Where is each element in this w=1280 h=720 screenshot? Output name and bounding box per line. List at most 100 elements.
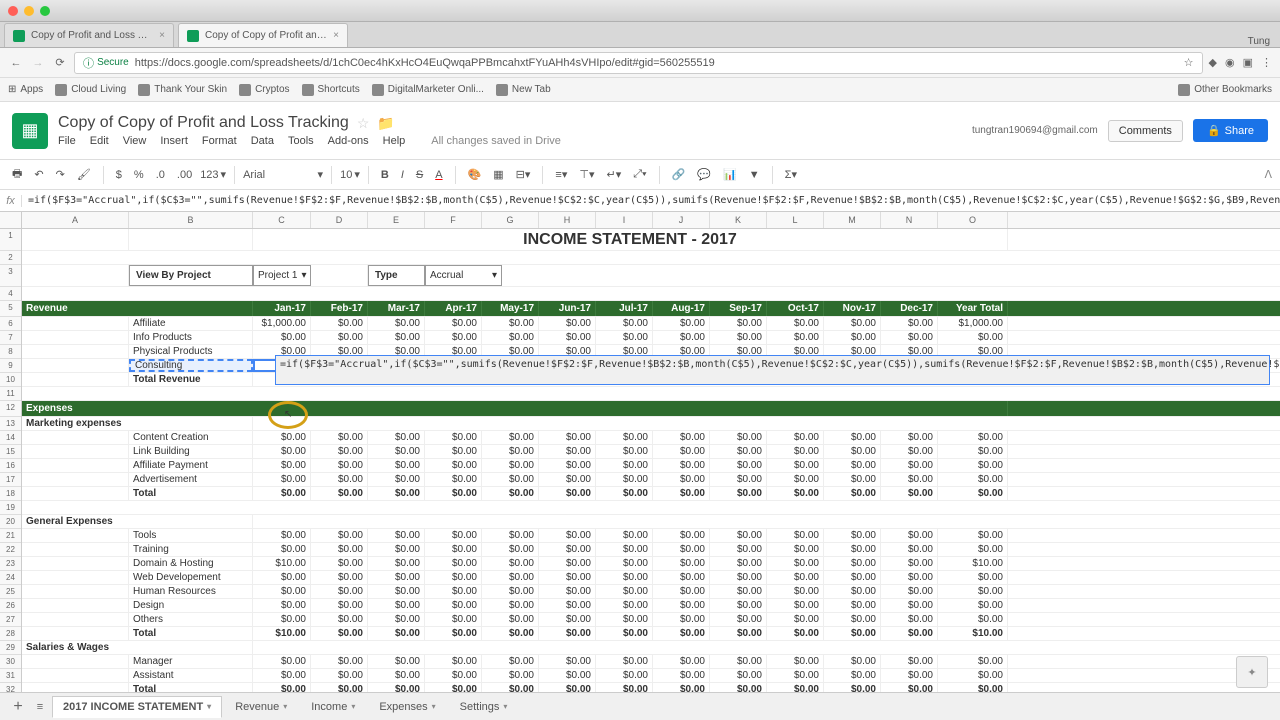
window-minimize[interactable] <box>24 6 34 16</box>
comment-button[interactable]: 💬 <box>693 166 715 183</box>
comments-button[interactable]: Comments <box>1108 120 1183 142</box>
decimal-inc[interactable]: .00 <box>173 167 196 183</box>
formula-input[interactable]: =if($F$3="Accrual",if($C$3="",sumifs(Rev… <box>22 195 1280 206</box>
menu-insert[interactable]: Insert <box>160 135 188 147</box>
fill-color[interactable]: 🎨 <box>464 166 486 183</box>
borders-button[interactable]: ▦ <box>489 166 507 183</box>
paint-format[interactable]: 🖌 <box>73 166 95 183</box>
other-bookmarks[interactable]: Other Bookmarks <box>1178 84 1272 96</box>
bookmark-item[interactable]: Cryptos <box>239 84 289 96</box>
window-maximize[interactable] <box>40 6 50 16</box>
wrap-button[interactable]: ↵▾ <box>602 166 625 183</box>
menu-edit[interactable]: Edit <box>90 135 109 147</box>
col-header[interactable]: A <box>22 212 129 228</box>
browser-tab-1[interactable]: Copy of Profit and Loss Track× <box>4 23 174 47</box>
ext-icon[interactable]: ◉ <box>1225 56 1235 69</box>
share-button[interactable]: 🔒 Share <box>1193 119 1268 142</box>
formula-bar: fx =if($F$3="Accrual",if($C$3="",sumifs(… <box>0 190 1280 212</box>
col-header[interactable]: D <box>311 212 368 228</box>
back-button[interactable]: ← <box>8 55 24 71</box>
sheet-tab-income[interactable]: Income▾ <box>300 696 366 718</box>
url-input[interactable]: ⓘ Secure https://docs.google.com/spreads… <box>74 52 1203 74</box>
col-header[interactable]: G <box>482 212 539 228</box>
functions-button[interactable]: Σ▾ <box>781 166 801 183</box>
col-header[interactable]: B <box>129 212 253 228</box>
star-icon[interactable]: ☆ <box>357 115 370 132</box>
redo-button[interactable]: ↷ <box>52 166 69 183</box>
undo-button[interactable]: ↶ <box>30 166 47 183</box>
window-close[interactable] <box>8 6 18 16</box>
bookmark-item[interactable]: Cloud Living <box>55 84 126 96</box>
menu-tools[interactable]: Tools <box>288 135 314 147</box>
col-header[interactable]: C <box>253 212 311 228</box>
user-email[interactable]: tungtran190694@gmail.com <box>972 125 1098 136</box>
col-header[interactable]: H <box>539 212 596 228</box>
document-title[interactable]: Copy of Copy of Profit and Loss Tracking <box>58 114 349 132</box>
col-header[interactable]: N <box>881 212 938 228</box>
percent-button[interactable]: % <box>130 167 148 183</box>
print-button[interactable]: 🖶 <box>8 163 26 186</box>
sheet-tab-income-statement[interactable]: 2017 INCOME STATEMENT▾ <box>52 696 222 718</box>
cell-formula-overlay[interactable]: =if($F$3="Accrual",if($C$3="",sumifs(Rev… <box>275 355 1270 385</box>
rotate-button[interactable]: ⤢▾ <box>629 166 650 183</box>
col-header[interactable]: F <box>425 212 482 228</box>
menu-view[interactable]: View <box>123 135 147 147</box>
col-header[interactable]: I <box>596 212 653 228</box>
menu-addons[interactable]: Add-ons <box>328 135 369 147</box>
close-icon[interactable]: × <box>333 30 339 41</box>
reload-button[interactable]: ⟳ <box>52 55 68 71</box>
currency-button[interactable]: $ <box>112 167 126 183</box>
link-button[interactable]: 🔗 <box>668 166 690 183</box>
merge-button[interactable]: ⊟▾ <box>512 166 535 183</box>
col-header[interactable]: E <box>368 212 425 228</box>
folder-icon[interactable]: 📁 <box>377 115 394 132</box>
col-header[interactable]: M <box>824 212 881 228</box>
sheet-tab-expenses[interactable]: Expenses▾ <box>368 696 446 718</box>
bookmark-item[interactable]: Shortcuts <box>302 84 360 96</box>
forward-button[interactable]: → <box>30 55 46 71</box>
sheet-tab-revenue[interactable]: Revenue▾ <box>224 696 298 718</box>
menu-format[interactable]: Format <box>202 135 237 147</box>
bold-button[interactable]: B <box>377 167 393 183</box>
valign-button[interactable]: ⊤▾ <box>575 166 598 183</box>
bookmark-item[interactable]: Thank Your Skin <box>138 84 227 96</box>
filter-button[interactable]: ▼ <box>745 167 764 183</box>
spreadsheet-grid[interactable]: A B C D E F G H I J K L M N O 1234567891… <box>0 212 1280 692</box>
col-header[interactable]: O <box>938 212 1008 228</box>
explore-button[interactable]: ✦ <box>1236 656 1268 688</box>
sheets-logo[interactable]: ▦ <box>12 113 48 149</box>
url-text: https://docs.google.com/spreadsheets/d/1… <box>135 57 1184 69</box>
secure-badge: Secure <box>97 57 129 68</box>
format-more[interactable]: 123▾ <box>200 168 226 181</box>
menu-icon[interactable]: ⋮ <box>1261 56 1272 69</box>
profile-name[interactable]: Tung <box>1248 36 1270 47</box>
close-icon[interactable]: × <box>159 30 165 41</box>
menu-file[interactable]: File <box>58 135 76 147</box>
apps-button[interactable]: ⊞Apps <box>8 84 43 95</box>
bookmark-item[interactable]: New Tab <box>496 84 551 96</box>
col-header[interactable]: L <box>767 212 824 228</box>
chart-button[interactable]: 📊 <box>719 166 741 183</box>
italic-button[interactable]: I <box>397 167 408 183</box>
bookmark-bar: ⊞Apps Cloud Living Thank Your Skin Crypt… <box>0 78 1280 102</box>
bookmark-item[interactable]: DigitalMarketer Onli... <box>372 84 484 96</box>
decimal-dec[interactable]: .0 <box>152 167 169 183</box>
ext-icon[interactable]: ◆ <box>1209 56 1217 69</box>
ext-icon[interactable]: ▣ <box>1243 56 1253 69</box>
cells-area[interactable]: =if($F$3="Accrual",if($C$3="",sumifs(Rev… <box>22 229 1280 692</box>
sheet-tab-settings[interactable]: Settings▾ <box>449 696 519 718</box>
col-header[interactable]: J <box>653 212 710 228</box>
halign-button[interactable]: ≡▾ <box>551 166 571 183</box>
add-sheet-button[interactable]: + <box>8 697 28 717</box>
star-icon[interactable]: ☆ <box>1184 56 1194 69</box>
browser-tab-2[interactable]: Copy of Copy of Profit and L× <box>178 23 348 47</box>
font-select[interactable]: Arial▾ <box>243 168 323 181</box>
text-color[interactable]: A <box>431 167 446 183</box>
menu-help[interactable]: Help <box>383 135 406 147</box>
all-sheets-button[interactable]: ≡ <box>30 697 50 717</box>
col-header[interactable]: K <box>710 212 767 228</box>
strike-button[interactable]: S <box>412 167 427 183</box>
collapse-toolbar[interactable]: ᐱ <box>1264 168 1272 181</box>
menu-data[interactable]: Data <box>251 135 274 147</box>
font-size[interactable]: 10▾ <box>340 168 360 181</box>
